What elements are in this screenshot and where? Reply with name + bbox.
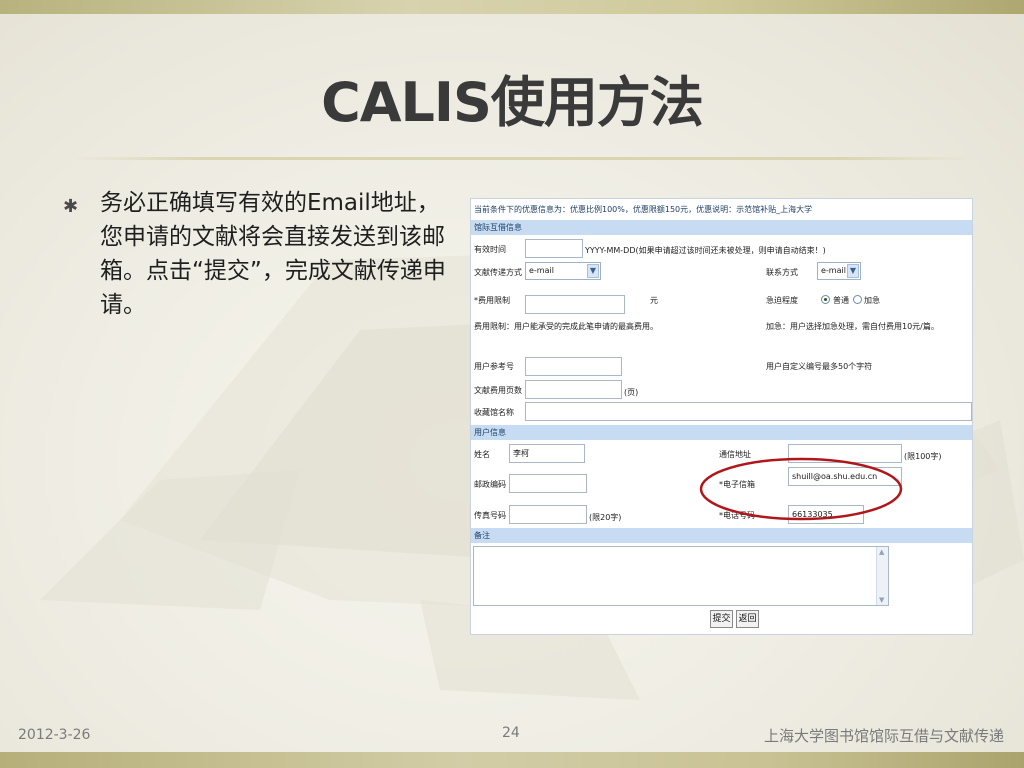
- title-divider: [72, 157, 972, 160]
- postcode-input[interactable]: [509, 474, 587, 493]
- urgency-label: 急迫程度: [766, 296, 798, 305]
- scroll-up-icon[interactable]: ▲: [879, 548, 884, 556]
- email-input[interactable]: shuill@oa.shu.edu.cn: [788, 467, 902, 486]
- footer-page-number: 24: [502, 725, 520, 741]
- pages-input[interactable]: [525, 380, 622, 399]
- reference-no-label: 用户参考号: [474, 362, 514, 371]
- name-label: 姓名: [474, 450, 490, 459]
- contact-method-value: e-mail: [821, 266, 846, 275]
- bullet-text: 务必正确填写有效的Email地址，您申请的文献将会直接发送到该邮箱。点击“提交”…: [100, 190, 446, 318]
- urgency-urgent-radio[interactable]: [853, 295, 862, 304]
- delivery-method-value: e-mail: [529, 266, 554, 275]
- remark-section-header: 备注: [471, 528, 972, 543]
- request-form-screenshot: 当前条件下的优惠信息为：优惠比例100%，优惠限额150元，优惠说明：示范馆补贴…: [470, 198, 973, 635]
- discount-notice: 当前条件下的优惠信息为：优惠比例100%，优惠限额150元，优惠说明：示范馆补贴…: [474, 205, 813, 214]
- chevron-down-icon: ▼: [587, 264, 599, 278]
- reference-no-note: 用户自定义编号最多50个字符: [766, 362, 873, 371]
- address-input[interactable]: [788, 444, 902, 463]
- delivery-method-select[interactable]: e-mail ▼: [525, 262, 601, 280]
- name-input[interactable]: 李柯: [509, 444, 585, 463]
- remark-textarea[interactable]: ▲ ▼: [473, 546, 889, 606]
- bottom-decor-band: [0, 752, 1024, 768]
- pages-label: 文献费用页数: [474, 386, 522, 395]
- phone-input[interactable]: 66133035: [788, 505, 864, 524]
- urgency-normal-label: 普通: [833, 296, 849, 305]
- fax-limit: (限20字): [589, 513, 622, 522]
- fee-limit-label: *费用限制: [474, 296, 510, 305]
- fee-limit-note: 费用限制：用户能承受的完成此笔申请的最高费用。: [474, 322, 658, 331]
- urgency-normal-radio[interactable]: [821, 295, 830, 304]
- address-label: 通信地址: [719, 450, 751, 459]
- valid-time-input[interactable]: [525, 239, 583, 258]
- holding-library-input[interactable]: [525, 402, 972, 421]
- urgency-urgent-label: 加急: [864, 296, 880, 305]
- contact-method-select[interactable]: e-mail ▼: [817, 262, 861, 280]
- footer-organization: 上海大学图书馆馆际互借与文献传递: [763, 727, 1004, 745]
- urgent-fee-note: 加急：用户选择加急处理，需自付费用10元/篇。: [766, 322, 939, 331]
- valid-time-hint: YYYY-MM-DD(如果申请超过该时间还未被处理，则申请自动结束！): [585, 246, 826, 255]
- user-section-header: 用户信息: [471, 425, 972, 440]
- slide: CALIS使用方法 ✱ 务必正确填写有效的Email地址，您申请的文献将会直接发…: [0, 0, 1024, 768]
- scroll-down-icon[interactable]: ▼: [879, 596, 884, 604]
- contact-method-label: 联系方式: [766, 268, 798, 277]
- back-button[interactable]: 返回: [736, 610, 759, 628]
- ill-section-header: 馆际互借信息: [471, 220, 972, 235]
- delivery-method-label: 文献传递方式: [474, 268, 522, 277]
- holding-library-label: 收藏馆名称: [474, 408, 514, 417]
- footer-date: 2012-3-26: [18, 727, 91, 743]
- email-label: *电子信箱: [719, 480, 755, 489]
- pages-unit: (页): [624, 388, 639, 397]
- bullet-icon: ✱: [63, 196, 79, 217]
- valid-time-label: 有效时间: [474, 245, 506, 254]
- address-limit: (限100字): [904, 452, 942, 461]
- phone-label: *电话号码: [719, 511, 755, 520]
- chevron-down-icon: ▼: [847, 264, 859, 278]
- postcode-label: 邮政编码: [474, 480, 506, 489]
- submit-button[interactable]: 提交: [710, 610, 733, 628]
- fax-input[interactable]: [509, 505, 587, 524]
- fee-unit: 元: [650, 296, 658, 305]
- fax-label: 传真号码: [474, 511, 506, 520]
- slide-title: CALIS使用方法: [321, 71, 704, 134]
- remark-scrollbar[interactable]: ▲ ▼: [876, 547, 888, 605]
- reference-no-input[interactable]: [525, 357, 622, 376]
- fee-limit-input[interactable]: [525, 295, 625, 314]
